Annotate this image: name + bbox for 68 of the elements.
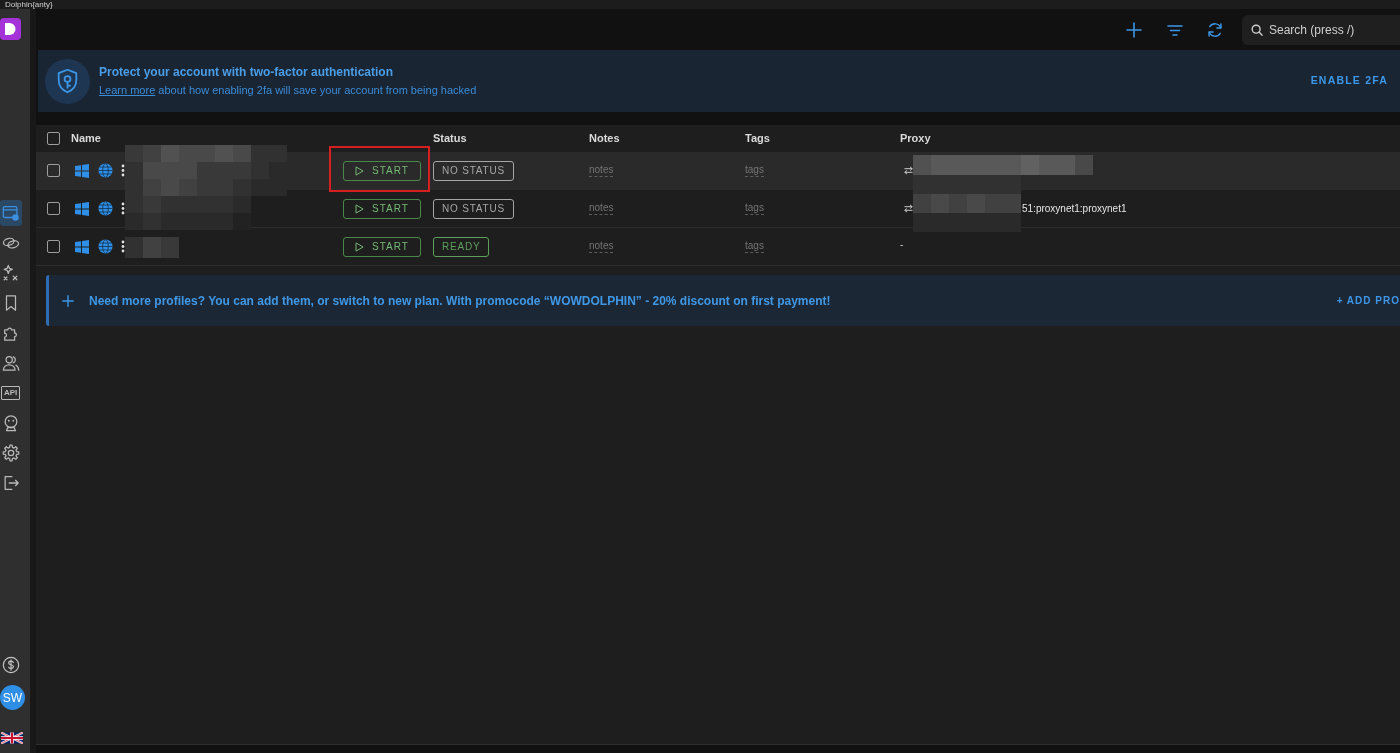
play-icon	[355, 165, 365, 176]
checkbox[interactable]	[47, 164, 60, 177]
more-dots-icon[interactable]	[121, 202, 125, 215]
play-icon	[355, 241, 365, 252]
people-icon	[2, 354, 20, 372]
column-header: Notes	[589, 131, 621, 147]
column-header: Status	[433, 131, 468, 147]
refresh-icon	[1206, 20, 1224, 39]
window-panes-icon	[75, 239, 89, 254]
browser-window-icon	[2, 204, 20, 222]
sparkles-icon	[2, 264, 20, 282]
globe-icon	[98, 163, 113, 178]
dollar-coin-icon	[2, 656, 20, 674]
plus-icon	[62, 294, 74, 307]
status-badge: NO STATUS	[433, 198, 514, 219]
swap-arrows-icon	[904, 204, 913, 213]
tags-link[interactable]: tags	[745, 240, 764, 253]
proxy-text: 51:proxynet1:proxynet1	[1022, 202, 1127, 216]
more-dots-icon[interactable]	[121, 164, 125, 177]
column-header: Name	[71, 131, 102, 147]
search-field[interactable]: Search (press /)	[1242, 14, 1400, 45]
puzzle-piece-icon	[2, 324, 20, 342]
learn-more-link[interactable]: Learn more	[99, 84, 156, 96]
avatar[interactable]: SW	[0, 685, 25, 710]
banner-text: Learn more about how enabling 2fa will save your account from being hacked	[99, 83, 477, 97]
enable-2fa-button[interactable]: ENABLE 2FA	[1310, 73, 1388, 89]
status-badge: READY	[433, 236, 490, 257]
plus-icon	[1126, 21, 1142, 38]
play-icon	[355, 203, 365, 214]
start-button[interactable]: START	[343, 160, 421, 181]
flag-icon	[1, 732, 23, 744]
language-button[interactable]	[1, 732, 23, 744]
checkbox[interactable]	[47, 132, 60, 145]
more-dots-icon[interactable]	[121, 240, 125, 253]
globe-icon	[98, 239, 113, 254]
refresh-button[interactable]	[1206, 20, 1224, 39]
checkbox[interactable]	[47, 202, 60, 215]
promo-text: Need more profiles? You can add them, or switch to new plan. With promocode “WOWDOLPHIN” - 20% discount on first payment!	[89, 292, 831, 310]
start-button[interactable]: START	[343, 198, 421, 219]
start-button[interactable]: START	[343, 236, 421, 257]
globe-icon	[98, 201, 113, 216]
tags-link[interactable]: tags	[745, 164, 764, 177]
banner-title: Protect your account with two-factor authentication	[99, 65, 395, 80]
settings-icon	[2, 444, 20, 462]
window-panes-icon	[75, 163, 89, 178]
window-title: Dolphin{anty}	[5, 0, 53, 9]
status-badge: NO STATUS	[433, 160, 514, 181]
window-panes-icon	[75, 201, 89, 216]
sidebar-item[interactable]	[0, 200, 22, 226]
proxy-text: -	[900, 238, 904, 252]
pixelation-drawing	[125, 237, 179, 258]
app-logo-icon	[0, 18, 21, 40]
notes-link[interactable]: notes	[589, 240, 614, 253]
column-header: Proxy	[900, 131, 932, 147]
notes-link[interactable]: notes	[589, 202, 614, 215]
sidebar-item[interactable]: API	[1, 386, 21, 400]
shield-key-icon	[45, 58, 90, 104]
column-header: Tags	[745, 131, 771, 147]
crystal-ball-icon	[2, 414, 20, 432]
search-icon	[1251, 23, 1263, 36]
billing-button[interactable]	[2, 656, 20, 674]
notes-link[interactable]: notes	[589, 164, 614, 177]
tags-link[interactable]: tags	[745, 202, 764, 215]
add-button[interactable]	[1125, 20, 1143, 39]
add-profiles-button[interactable]: + ADD PRO	[1336, 293, 1400, 308]
checkbox[interactable]	[47, 240, 60, 253]
logout-icon	[2, 474, 20, 492]
swap-arrows-icon	[904, 166, 913, 175]
